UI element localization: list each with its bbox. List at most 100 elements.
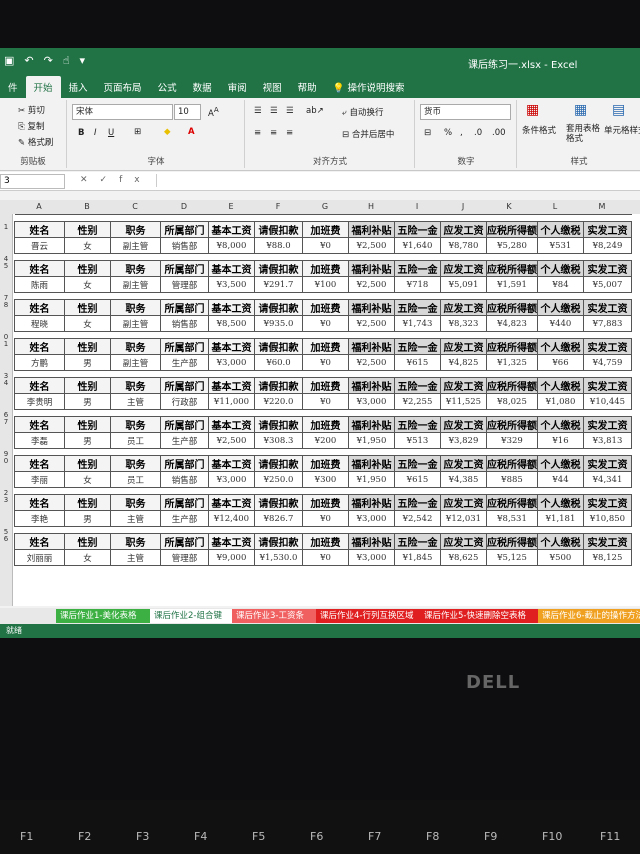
fill-color-icon[interactable]: ◆ [164, 127, 171, 137]
header-cell[interactable]: 实发工资 [583, 338, 632, 355]
comma-icon[interactable]: , [460, 128, 463, 138]
data-cell[interactable]: 李丽 [14, 471, 65, 488]
data-cell[interactable]: ¥0 [302, 549, 349, 566]
header-cell[interactable]: 性别 [64, 299, 111, 316]
header-cell[interactable]: 基本工资 [208, 533, 255, 550]
data-cell[interactable]: ¥3,000 [208, 354, 255, 371]
data-cell[interactable]: 晋云 [14, 237, 65, 254]
data-cell[interactable]: ¥5,125 [486, 549, 538, 566]
header-cell[interactable]: 五险一金 [394, 221, 441, 238]
font-color-icon[interactable]: A [188, 127, 195, 137]
font-name-select[interactable]: 宋体 [72, 104, 173, 120]
data-cell[interactable]: ¥4,823 [486, 315, 538, 332]
row-header[interactable]: 8 [0, 301, 12, 309]
row-header[interactable]: 0 [0, 457, 12, 465]
data-cell[interactable]: 主管 [110, 393, 161, 410]
sheet-tab-6[interactable]: 课后作业6-截止的操作方法 [538, 609, 640, 623]
header-cell[interactable]: 所属部门 [160, 299, 209, 316]
header-cell[interactable]: 加班费 [302, 221, 349, 238]
header-cell[interactable]: 个人缴税 [537, 533, 584, 550]
data-cell[interactable]: ¥885 [486, 471, 538, 488]
header-cell[interactable]: 基本工资 [208, 221, 255, 238]
header-cell[interactable]: 福利补贴 [348, 338, 395, 355]
percent-icon[interactable]: % [444, 128, 452, 138]
data-cell[interactable]: ¥11,000 [208, 393, 255, 410]
header-cell[interactable]: 应税所得额 [486, 221, 538, 238]
header-cell[interactable]: 基本工资 [208, 455, 255, 472]
sheet-tab-4[interactable]: 课后作业4-行列互换区域 [316, 609, 426, 623]
header-cell[interactable]: 性别 [64, 533, 111, 550]
data-cell[interactable]: ¥66 [537, 354, 584, 371]
header-cell[interactable]: 实发工资 [583, 377, 632, 394]
data-cell[interactable]: ¥250.0 [254, 471, 303, 488]
column-header-B[interactable]: B [64, 202, 110, 211]
data-cell[interactable]: ¥4,759 [583, 354, 632, 371]
cell-style-icon[interactable]: ▤ [612, 102, 625, 118]
header-cell[interactable]: 五险一金 [394, 338, 441, 355]
orientation-icon[interactable]: ab↗ [306, 106, 324, 116]
header-cell[interactable]: 实发工资 [583, 299, 632, 316]
header-cell[interactable]: 应税所得额 [486, 338, 538, 355]
column-header-H[interactable]: H [348, 202, 394, 211]
header-cell[interactable]: 加班费 [302, 533, 349, 550]
header-cell[interactable]: 姓名 [14, 377, 65, 394]
data-cell[interactable]: ¥1,080 [537, 393, 584, 410]
data-cell[interactable]: ¥1,181 [537, 510, 584, 527]
font-size-select[interactable]: 10 [174, 104, 201, 120]
data-cell[interactable]: ¥718 [394, 276, 441, 293]
data-cell[interactable]: 销售部 [160, 315, 209, 332]
header-cell[interactable]: 应发工资 [440, 455, 487, 472]
row-header[interactable]: 7 [0, 418, 12, 426]
column-header-L[interactable]: L [532, 202, 578, 211]
data-cell[interactable]: ¥2,500 [348, 276, 395, 293]
data-cell[interactable]: ¥88.0 [254, 237, 303, 254]
data-cell[interactable]: ¥8,780 [440, 237, 487, 254]
row-header[interactable]: 3 [0, 496, 12, 504]
data-cell[interactable]: ¥300 [302, 471, 349, 488]
header-cell[interactable]: 基本工资 [208, 494, 255, 511]
header-cell[interactable]: 应发工资 [440, 416, 487, 433]
header-cell[interactable]: 所属部门 [160, 533, 209, 550]
header-cell[interactable]: 福利补贴 [348, 299, 395, 316]
format-painter-button[interactable]: ✎ 格式刷 [18, 136, 53, 148]
data-cell[interactable]: ¥8,125 [583, 549, 632, 566]
header-cell[interactable]: 所属部门 [160, 455, 209, 472]
data-cell[interactable]: ¥5,280 [486, 237, 538, 254]
header-cell[interactable]: 应发工资 [440, 533, 487, 550]
tab-6[interactable]: 审阅 [220, 76, 255, 98]
header-cell[interactable]: 姓名 [14, 260, 65, 277]
header-cell[interactable]: 基本工资 [208, 377, 255, 394]
data-cell[interactable]: 女 [64, 315, 111, 332]
data-cell[interactable]: ¥1,640 [394, 237, 441, 254]
data-cell[interactable]: ¥9,000 [208, 549, 255, 566]
data-cell[interactable]: ¥935.0 [254, 315, 303, 332]
tab-2[interactable]: 插入 [61, 76, 96, 98]
fx-icon[interactable]: ✕✓fx [80, 175, 152, 185]
header-cell[interactable]: 所属部门 [160, 416, 209, 433]
data-cell[interactable]: ¥3,000 [348, 549, 395, 566]
header-cell[interactable]: 姓名 [14, 338, 65, 355]
header-cell[interactable]: 加班费 [302, 455, 349, 472]
data-cell[interactable]: ¥1,950 [348, 432, 395, 449]
data-cell[interactable]: 男 [64, 393, 111, 410]
header-cell[interactable]: 福利补贴 [348, 221, 395, 238]
row-header[interactable]: 4 [0, 379, 12, 387]
header-cell[interactable]: 福利补贴 [348, 377, 395, 394]
data-cell[interactable]: 李艳 [14, 510, 65, 527]
data-cell[interactable]: ¥11,525 [440, 393, 487, 410]
header-cell[interactable]: 性别 [64, 260, 111, 277]
data-cell[interactable]: 主管 [110, 510, 161, 527]
data-cell[interactable]: 女 [64, 549, 111, 566]
data-cell[interactable]: ¥615 [394, 471, 441, 488]
header-cell[interactable]: 福利补贴 [348, 455, 395, 472]
touch-mode-icon[interactable]: ☝ [63, 54, 70, 67]
header-cell[interactable]: 性别 [64, 377, 111, 394]
data-cell[interactable]: ¥531 [537, 237, 584, 254]
data-cell[interactable]: 副主管 [110, 237, 161, 254]
data-cell[interactable]: 方鹏 [14, 354, 65, 371]
header-cell[interactable]: 加班费 [302, 338, 349, 355]
column-header-G[interactable]: G [302, 202, 348, 211]
data-cell[interactable]: ¥5,007 [583, 276, 632, 293]
header-cell[interactable]: 应税所得额 [486, 416, 538, 433]
header-cell[interactable]: 个人缴税 [537, 377, 584, 394]
